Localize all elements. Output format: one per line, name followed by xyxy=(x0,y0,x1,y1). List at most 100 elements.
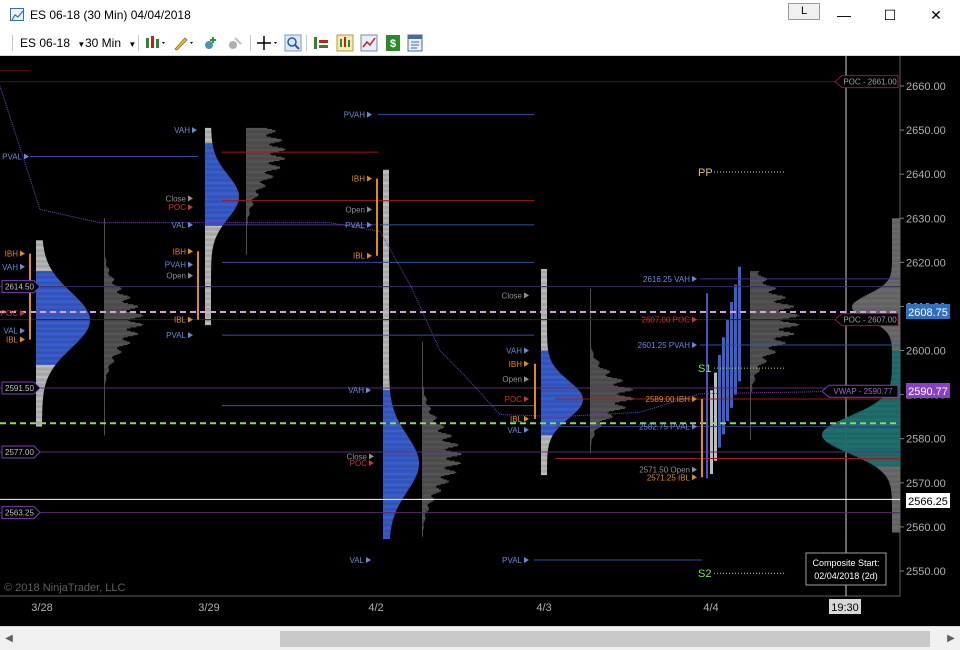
instrument-selector[interactable]: ES 06-18 ▼ xyxy=(20,34,85,52)
volume-profile-4-3 xyxy=(590,443,592,445)
vah-label-4-3: VAH xyxy=(506,347,522,356)
properties-icon[interactable] xyxy=(406,34,424,52)
price-chart[interactable]: PVALIBHVAHPOCVALIBLVAHClosePOCVALIBHPVAH… xyxy=(0,56,960,626)
crosshair-icon[interactable] xyxy=(256,34,280,52)
volume-profile-4-4 xyxy=(750,437,751,439)
horizontal-scrollbar[interactable]: ◀ ▶ xyxy=(0,626,960,650)
tpo-profile-4-2 xyxy=(383,304,389,306)
tpo-profile-3-28 xyxy=(36,339,80,341)
val-label-3-28-arrow xyxy=(20,327,25,334)
price-tick-label: 2650.00 xyxy=(906,125,946,137)
tpo-profile-4-2 xyxy=(383,475,417,477)
minimize-button[interactable]: — xyxy=(821,0,867,30)
indicators-icon[interactable] xyxy=(360,34,378,52)
volume-profile-3-28 xyxy=(104,394,105,396)
tpo-profile-4-3 xyxy=(541,349,549,351)
composite-profile xyxy=(890,275,900,277)
volume-profile-4-3 xyxy=(590,408,621,411)
tpo-profile-3-29 xyxy=(205,184,235,186)
open-label-4-3: Open xyxy=(502,375,522,384)
tpo-profile-4-3 xyxy=(541,357,550,359)
volume-profile-4-4 xyxy=(750,380,755,382)
composite-profile xyxy=(891,263,900,265)
tpo-profile-3-29 xyxy=(205,254,212,256)
tpo-profile-4-2 xyxy=(383,264,389,266)
tpo-profile-3-28 xyxy=(36,331,86,333)
composite-profile xyxy=(891,253,900,255)
tpo-profile-3-29 xyxy=(205,203,238,206)
tpo-profile-4-2 xyxy=(383,421,399,423)
volume-profile-4-4 xyxy=(750,327,784,329)
tpo-profile-3-28 xyxy=(36,363,56,365)
zoom-icon[interactable] xyxy=(284,34,302,52)
scroll-right-arrow-icon[interactable]: ▶ xyxy=(944,631,958,647)
volume-profile-4-4 xyxy=(750,335,789,337)
scroll-thumb[interactable] xyxy=(280,631,930,647)
volume-profile-3-28 xyxy=(104,284,115,286)
tpo-profile-4-2 xyxy=(383,455,418,457)
tpo-profile-4-3 xyxy=(541,353,549,355)
tpo-profile-3-28 xyxy=(36,287,68,289)
maximize-button[interactable]: ☐ xyxy=(867,0,913,30)
tpo-profile-3-28 xyxy=(36,334,85,336)
tpo-profile-4-2 xyxy=(383,276,389,278)
tpo-profile-3-28 xyxy=(36,356,63,358)
volume-profile-4-2 xyxy=(422,519,426,521)
current-price-label: 2608.75 xyxy=(908,307,948,319)
volume-profile-3-29 xyxy=(246,216,249,218)
volume-profile-4-2 xyxy=(422,475,445,477)
tpo-profile-4-2 xyxy=(383,324,390,326)
tpo-profile-4-3 xyxy=(541,374,563,376)
volume-profile-3-28 xyxy=(104,291,118,293)
composite-profile xyxy=(891,265,900,267)
tpo-profile-4-2 xyxy=(383,534,391,536)
volume-profile-3-28 xyxy=(104,331,136,333)
composite-profile xyxy=(890,339,900,341)
tpo-profile-3-28 xyxy=(36,288,69,290)
tpo-profile-4-2 xyxy=(383,469,419,471)
data-series-icon[interactable] xyxy=(336,34,354,52)
volume-profile-4-3 xyxy=(590,378,618,380)
tpo-profile-4-2 xyxy=(383,293,389,295)
svg-text:$: $ xyxy=(390,38,396,50)
tpo-profile-3-28 xyxy=(36,329,88,331)
link-button[interactable]: L xyxy=(788,3,820,20)
tpo-profile-4-2 xyxy=(383,315,390,317)
volume-profile-4-3 xyxy=(590,436,594,438)
money-icon[interactable]: $ xyxy=(384,34,402,52)
volume-profile-4-2 xyxy=(422,526,424,528)
volume-profile-3-28 xyxy=(104,228,105,230)
volume-profile-3-28 xyxy=(104,419,105,422)
volume-profile-4-4 xyxy=(750,351,776,353)
close-button[interactable]: ✕ xyxy=(913,0,959,30)
strategy-icon[interactable] xyxy=(312,34,330,52)
tpo-profile-4-2 xyxy=(383,471,418,473)
remove-indicator-icon[interactable] xyxy=(226,34,244,52)
tpo-profile-4-3 xyxy=(541,473,548,476)
add-indicator-icon[interactable] xyxy=(202,34,220,52)
volume-profile-3-28 xyxy=(104,252,105,254)
composite-profile xyxy=(891,354,900,357)
interval-selector[interactable]: 30 Min ▼ xyxy=(85,34,136,52)
tpo-profile-4-2 xyxy=(383,389,390,391)
tpo-profile-3-29 xyxy=(205,195,239,197)
tpo-profile-4-3 xyxy=(541,369,558,371)
tpo-profile-3-28 xyxy=(36,293,73,295)
close-label-4-2-arrow xyxy=(369,453,374,460)
tpo-profile-4-3 xyxy=(541,336,548,338)
tpo-profile-3-29 xyxy=(205,272,212,274)
composite-profile xyxy=(891,353,900,356)
tpo-profile-4-2 xyxy=(383,305,389,307)
tpo-profile-4-3 xyxy=(541,406,581,408)
chart-style-icon[interactable] xyxy=(144,34,168,52)
scroll-left-arrow-icon[interactable]: ◀ xyxy=(2,631,16,647)
volume-profile-4-4 xyxy=(750,288,775,290)
volume-profile-4-2 xyxy=(422,520,425,522)
drawing-tool-icon[interactable] xyxy=(172,34,196,52)
tpo-profile-4-2 xyxy=(383,189,389,191)
tpo-profile-4-2 xyxy=(383,317,390,319)
volume-profile-4-4 xyxy=(750,303,782,305)
volume-profile-4-4 xyxy=(750,350,775,352)
chart-panel[interactable]: PVAL IBH VAH POC VAL IBL VAH Close POC VAL IBH PVAH… xyxy=(0,56,960,626)
vwap-tag-label: VWAP - 2590.77 xyxy=(833,387,893,396)
